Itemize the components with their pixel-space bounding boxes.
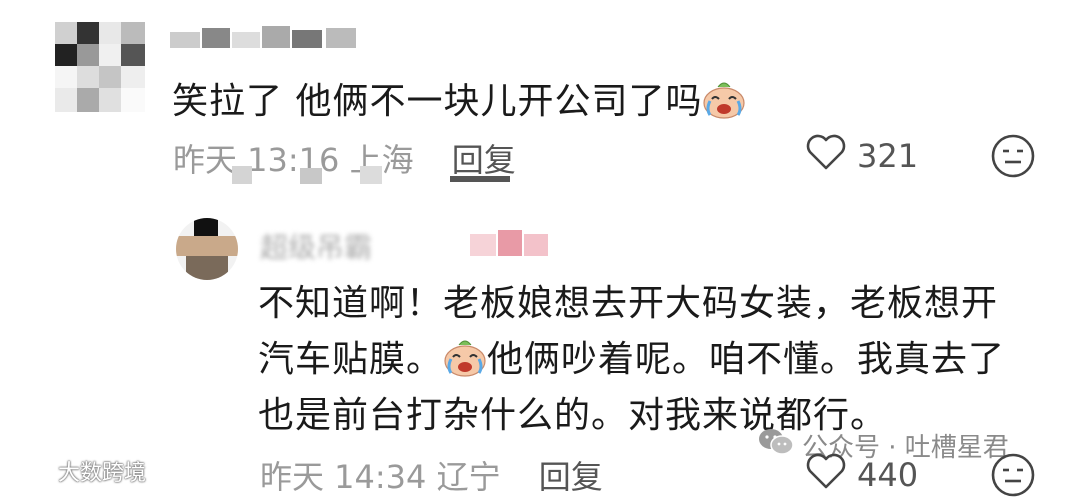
like-button[interactable]: 440 <box>805 452 918 498</box>
comment-meta: 昨天 13:16 上海 回复 <box>173 135 516 181</box>
comment-text: 笑拉了 他俩不一块儿开公司了吗 <box>172 72 746 124</box>
comment-line: 不知道啊！老板娘想去开大码女装，老板想开 <box>258 283 999 324</box>
like-count: 321 <box>857 137 919 175</box>
neutral-face-icon <box>990 134 1036 183</box>
like-button[interactable]: 321 <box>805 133 918 179</box>
brand-logo-icon <box>8 456 54 486</box>
avatar[interactable] <box>176 218 238 280</box>
watermark: 大数跨境 <box>8 455 146 487</box>
comment-meta: 昨天 14:34 辽宁 回复 <box>260 452 603 498</box>
comment-location: 辽宁 <box>436 458 501 496</box>
laughing-crying-emoji-icon <box>702 79 746 119</box>
heart-icon <box>805 452 847 498</box>
watermark-text: 大数跨境 <box>58 461 147 486</box>
neutral-face-icon <box>990 453 1036 502</box>
comment-text: 不知道啊！老板娘想去开大码女装，老板想开 汽车贴膜。 他俩吵着呢。咱不懂。我真去… <box>258 276 1048 444</box>
heart-icon <box>805 133 847 179</box>
dislike-button[interactable] <box>990 133 1036 183</box>
mosaic-block <box>360 166 382 184</box>
mosaic-block <box>450 176 510 182</box>
comment-time: 昨天 14:34 <box>260 458 427 496</box>
mosaic-block <box>300 168 322 184</box>
mosaic-block <box>470 228 550 258</box>
wechat-icon <box>758 427 794 464</box>
laughing-crying-emoji-icon <box>443 337 487 377</box>
username-blurred[interactable] <box>170 24 360 50</box>
avatar[interactable] <box>55 22 145 112</box>
comment-line-part: 他俩吵着呢。咱不懂。我真去了 <box>487 339 1006 380</box>
like-count: 440 <box>857 456 919 494</box>
reply-button[interactable]: 回复 <box>539 458 603 496</box>
mosaic-block <box>232 166 252 184</box>
dislike-button[interactable] <box>990 452 1036 502</box>
comment-line-part: 汽车贴膜。 <box>258 339 444 380</box>
username-blurred[interactable]: 超级吊霸 <box>260 226 372 266</box>
comment-line: 汽车贴膜。 他俩吵着呢。咱不懂。我真去了 <box>258 332 1048 388</box>
comment-text-content: 笑拉了 他俩不一块儿开公司了吗 <box>172 81 703 122</box>
reply-button[interactable]: 回复 <box>452 141 516 179</box>
